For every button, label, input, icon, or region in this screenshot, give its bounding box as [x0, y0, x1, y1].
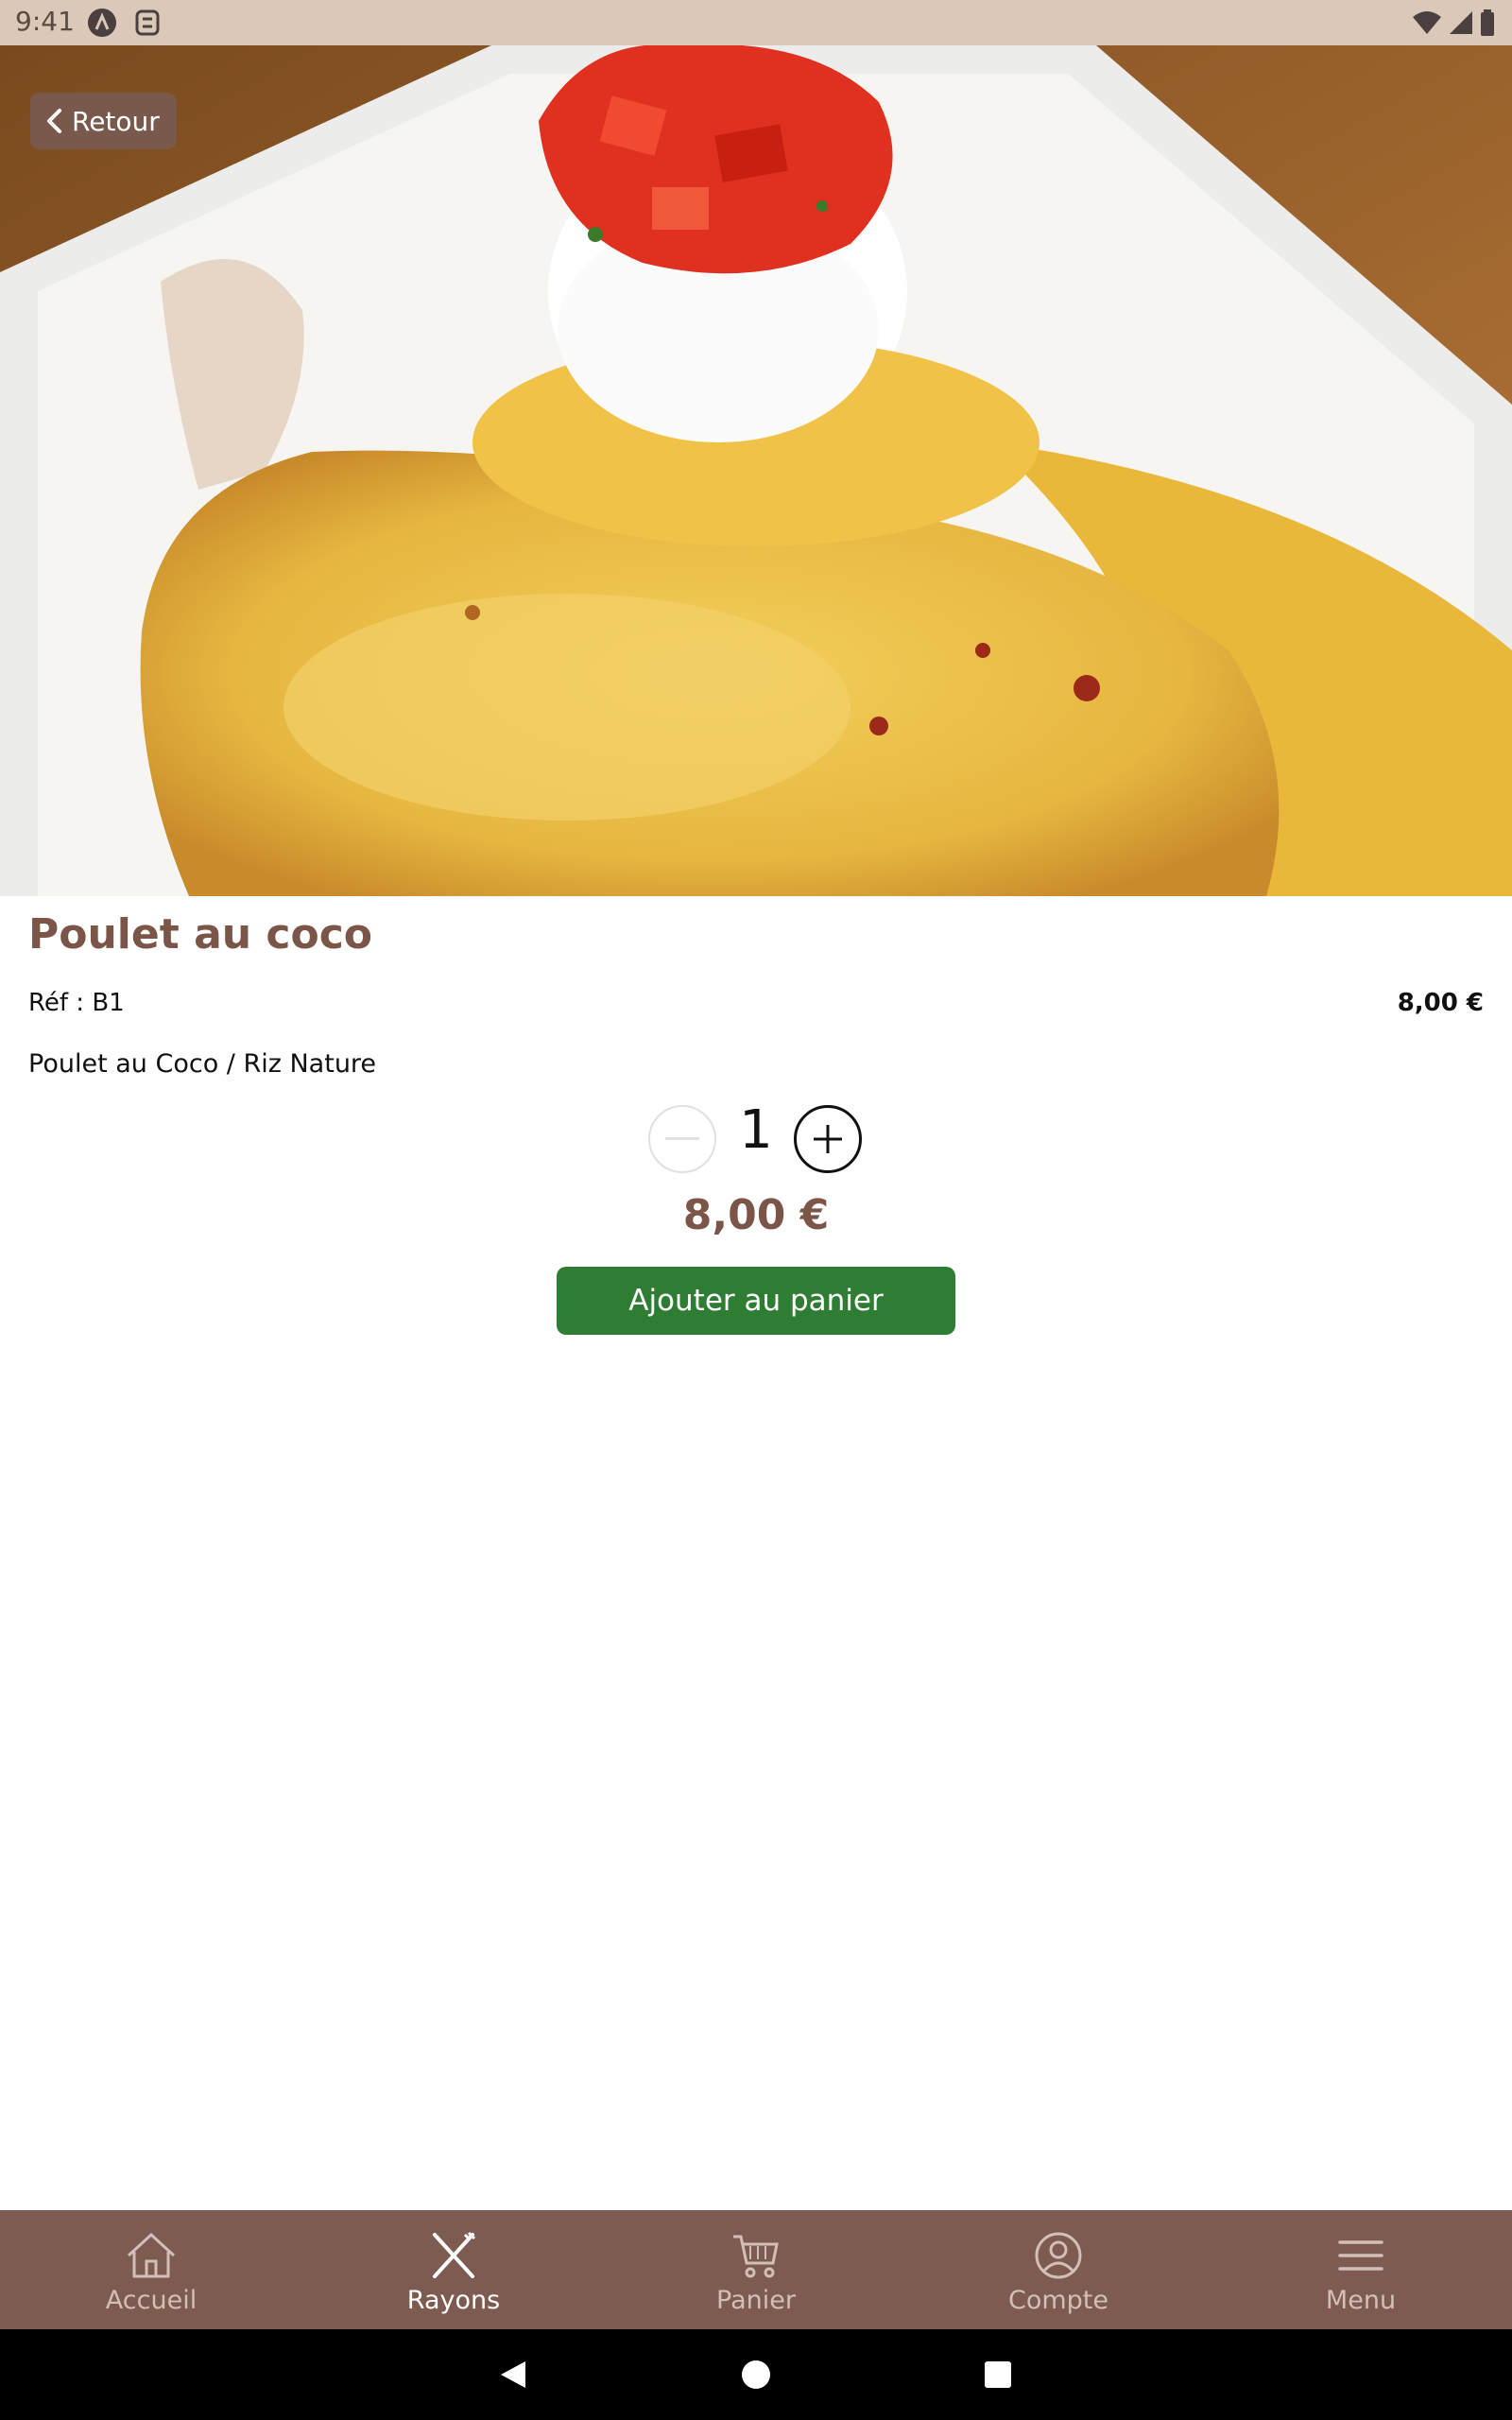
- nav-label-rayons: Rayons: [406, 2286, 501, 2315]
- nav-item-menu[interactable]: Menu: [1210, 2210, 1512, 2329]
- unit-price: 8,00 €: [1397, 989, 1484, 1017]
- system-navigation-bar: [0, 2329, 1512, 2420]
- nav-label-accueil: Accueil: [105, 2286, 198, 2315]
- decrease-quantity-button[interactable]: [648, 1105, 716, 1173]
- system-back-icon[interactable]: [493, 2356, 531, 2394]
- chevron-left-icon: [47, 109, 61, 133]
- status-bar: 9:41: [0, 0, 1512, 45]
- sync-icon: [135, 9, 160, 36]
- cart-icon: [733, 2235, 779, 2278]
- product-title: Poulet au coco: [28, 910, 373, 959]
- nav-label-menu: Menu: [1325, 2286, 1397, 2315]
- nav-item-accueil[interactable]: Accueil: [0, 2210, 302, 2329]
- product-reference: Réf : B1: [28, 989, 125, 1017]
- nav-item-rayons[interactable]: Rayons: [302, 2210, 605, 2329]
- add-to-cart-button[interactable]: Ajouter au panier: [557, 1267, 955, 1335]
- quantity-value: 1: [739, 1099, 773, 1161]
- system-recents-icon[interactable]: [979, 2356, 1017, 2394]
- signal-icon: [1450, 11, 1472, 34]
- back-label: Retour: [72, 105, 160, 137]
- wifi-icon: [1413, 11, 1441, 34]
- fork-knife-icon: [433, 2231, 476, 2278]
- increase-quantity-button[interactable]: [794, 1105, 862, 1173]
- product-description: Poulet au Coco / Riz Nature: [28, 1049, 377, 1079]
- home-icon: [127, 2232, 176, 2278]
- bottom-navigation: Accueil Rayons Panier Compte Menu: [0, 2210, 1512, 2329]
- nav-item-compte[interactable]: Compte: [907, 2210, 1210, 2329]
- total-price: 8,00 €: [682, 1191, 830, 1239]
- app-notification-icon: [88, 9, 116, 37]
- system-home-icon[interactable]: [737, 2356, 775, 2394]
- minus-icon: [665, 1137, 699, 1140]
- plus-icon: [814, 1125, 842, 1153]
- hamburger-menu-icon: [1338, 2240, 1383, 2271]
- back-button[interactable]: Retour: [30, 93, 177, 149]
- status-indicators: [1412, 8, 1495, 38]
- battery-icon: [1481, 9, 1494, 36]
- status-time: 9:41: [15, 6, 75, 37]
- nav-label-panier: Panier: [716, 2286, 796, 2315]
- account-icon: [1035, 2232, 1082, 2279]
- nav-item-panier[interactable]: Panier: [605, 2210, 907, 2329]
- nav-label-compte: Compte: [1007, 2286, 1108, 2315]
- product-photo: [0, 45, 1512, 896]
